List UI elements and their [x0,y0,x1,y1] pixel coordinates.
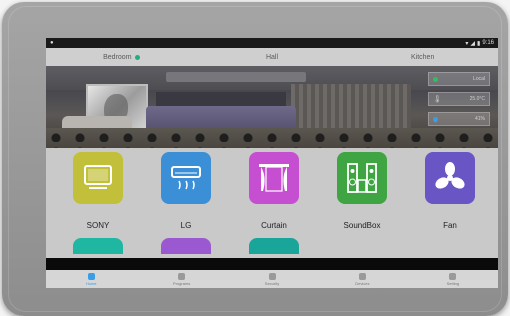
status-time: 9:16 [482,40,494,46]
sensor-local-label: Local [473,76,485,82]
tab-hall-label: Hall [265,53,279,61]
nav-devices[interactable]: Devices [317,272,407,286]
speaker-icon [347,163,377,193]
security-icon [268,272,276,280]
active-room-dot [134,54,140,60]
sensor-temperature: 🌡 25.0°C [428,92,490,106]
nav-devices-label: Devices [355,280,370,286]
room-photo: Local 🌡 25.0°C 41% [46,66,498,148]
device-label-sony: SONY [86,221,110,230]
notification-icon: ● [50,40,54,46]
nav-setting[interactable]: Setting [408,272,498,286]
bottom-nav: Home Programs Security Devices Setting [46,270,498,288]
wifi-icon: ▾ [465,40,469,47]
sensor-humidity-label: 41% [474,116,485,122]
tab-hall[interactable]: Hall [197,54,348,61]
device-label-lg: LG [180,221,192,230]
tab-bedroom[interactable]: Bedroom [46,54,197,61]
device-tile-lg[interactable] [161,152,211,204]
nav-security-label: Security [264,280,280,286]
nav-programs[interactable]: Programs [136,272,226,286]
status-bar: ● ▾ ◢ ▮ 9:16 [46,38,498,48]
devices-icon [358,272,366,280]
tab-bedroom-label: Bedroom [103,53,132,61]
device-tile-partial[interactable] [73,238,123,254]
device-tile-fan[interactable] [425,152,475,204]
sensor-local: Local [428,72,490,86]
device-label-soundbox: SoundBox [343,221,381,230]
fan-icon [435,162,465,189]
sensor-humidity: 41% [428,112,490,126]
nav-programs-label: Programs [172,280,191,286]
tab-kitchen[interactable]: Kitchen [347,54,498,61]
battery-icon: ▮ [477,40,481,47]
device-tile-partial[interactable] [249,238,299,254]
device-tile-sony[interactable] [73,152,123,204]
programs-icon [178,272,186,280]
curtain-icon [259,164,289,192]
device-label-curtain: Curtain [261,221,287,230]
sensor-temperature-label: 25.0°C [469,96,485,102]
device-tile-soundbox[interactable] [337,152,387,204]
nav-security[interactable]: Security [227,272,317,286]
tv-icon [84,165,112,189]
signal-icon: ◢ [470,40,475,47]
room-tabs: Bedroom Hall Kitchen [46,48,498,66]
device-label-fan: Fan [443,221,457,230]
nav-home[interactable]: Home [46,272,136,286]
app-screen: ● ▾ ◢ ▮ 9:16 Bedroom Hall Kitchen Local … [46,38,498,288]
setting-icon [449,272,457,280]
droplet-icon [431,115,440,123]
nav-home-label: Home [85,280,97,286]
home-icon [87,272,95,280]
tab-kitchen-label: Kitchen [411,53,435,61]
status-dot-icon [433,76,438,82]
device-tile-partial[interactable] [161,238,211,254]
device-tile-curtain[interactable] [249,152,299,204]
device-grid: SONY LG Curtain SoundBox Fan [46,148,498,258]
tablet-frame: ● ▾ ◢ ▮ 9:16 Bedroom Hall Kitchen Local … [2,2,508,316]
thermometer-icon: 🌡 [433,96,442,103]
air-conditioner-icon [171,166,201,190]
nav-setting-label: Setting [446,280,460,286]
